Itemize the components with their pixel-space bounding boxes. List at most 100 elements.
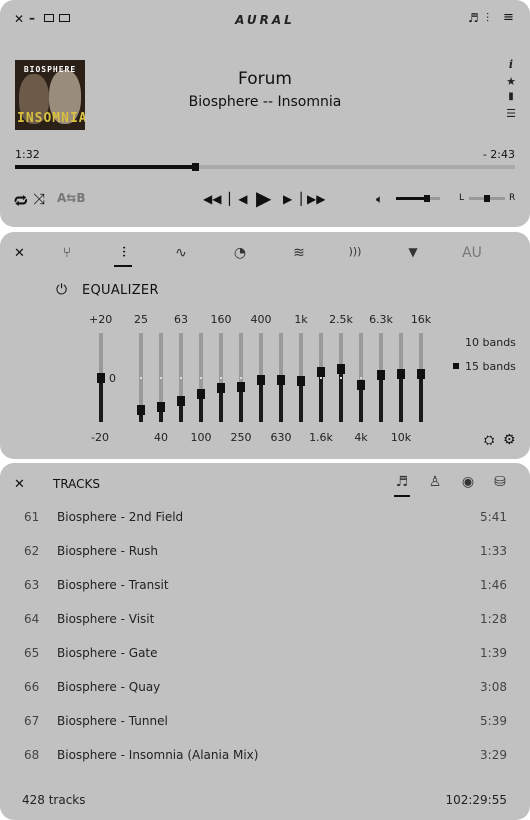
- eq-band-slider[interactable]: [257, 333, 265, 422]
- track-row[interactable]: 66 Biosphere - Quay 3:08: [0, 672, 530, 706]
- effects-close-icon[interactable]: ✕: [14, 246, 25, 261]
- eq-band-slider-knob[interactable]: [357, 379, 365, 390]
- artists-view-icon[interactable]: ♙: [426, 474, 444, 490]
- preamp-slider-knob[interactable]: [97, 372, 105, 383]
- active-view-indicator: [394, 495, 410, 497]
- track-row[interactable]: 61 Biosphere - 2nd Field 5:41: [0, 502, 530, 536]
- preamp-slider[interactable]: [97, 333, 105, 422]
- eq-band-slider-knob[interactable]: [337, 363, 345, 374]
- eq-band-slider-knob[interactable]: [157, 401, 165, 412]
- eq-band-slider-knob[interactable]: [417, 368, 425, 379]
- freq-label-top: 6.3k: [369, 313, 393, 326]
- eq-band-slider[interactable]: [137, 333, 145, 422]
- eq-band-slider-knob[interactable]: [257, 375, 265, 386]
- track-row[interactable]: 68 Biosphere - Insomnia (Alania Mix) 3:29: [0, 740, 530, 774]
- power-icon[interactable]: ⏻: [56, 282, 67, 298]
- track-name: Biosphere - 2nd Field: [57, 510, 184, 524]
- settings-icon[interactable]: ⚙: [503, 432, 516, 448]
- ten-bands-option[interactable]: 10 bands: [465, 336, 516, 349]
- eq-band-slider[interactable]: [397, 333, 405, 422]
- tracks-close-icon[interactable]: ✕: [14, 477, 25, 492]
- presets-icon[interactable]: ⛭: [484, 433, 494, 448]
- track-row[interactable]: 65 Biosphere - Gate 1:39: [0, 638, 530, 672]
- info-icon[interactable]: i: [505, 58, 517, 71]
- track-number: 67: [24, 714, 40, 728]
- volume-slider[interactable]: [396, 195, 440, 202]
- eq-band-slider-knob[interactable]: [217, 383, 225, 394]
- list-icon[interactable]: ☰: [505, 107, 517, 120]
- track-row[interactable]: 64 Biosphere - Visit 1:28: [0, 604, 530, 638]
- eq-band-slider[interactable]: [177, 333, 185, 422]
- seek-forward-icon[interactable]: ▶▶: [307, 192, 325, 206]
- eq-band-slider[interactable]: [297, 333, 305, 422]
- shuffle-icon[interactable]: ⤨: [33, 190, 45, 208]
- db-mid-label: 0: [109, 372, 116, 385]
- next-track-icon[interactable]: ▶▕: [283, 192, 301, 206]
- eq-band-slider-knob[interactable]: [317, 367, 325, 378]
- track-row[interactable]: 67 Biosphere - Tunnel 5:39: [0, 706, 530, 740]
- eq-band-slider[interactable]: [157, 333, 165, 422]
- star-icon[interactable]: ★: [505, 75, 517, 88]
- seek-bar-knob[interactable]: [192, 163, 199, 171]
- equalizer-icon[interactable]: ⫶: [486, 11, 489, 26]
- gauge-icon[interactable]: ◔: [228, 245, 252, 261]
- eq-band-slider-fill: [279, 380, 283, 422]
- track-row[interactable]: 62 Biosphere - Rush 1:33: [0, 536, 530, 570]
- effects-panel: ✕ ⑂ ⫶ ∿ ◔ ≋ ))) ▼ AU ⏻ EQUALIZER +20 0 -20…: [0, 232, 530, 459]
- eq-band-slider[interactable]: [217, 333, 225, 422]
- ab-loop-button[interactable]: A⇆B: [57, 191, 86, 205]
- eq-band-slider[interactable]: [357, 333, 365, 422]
- genres-view-icon[interactable]: ⛁: [491, 474, 509, 490]
- eq-band-slider-knob[interactable]: [177, 395, 185, 406]
- track-number: 63: [24, 578, 40, 592]
- eq-band-slider[interactable]: [277, 333, 285, 422]
- eq-band-slider-center-tick: [200, 376, 202, 379]
- track-row[interactable]: 63 Biosphere - Transit 1:46: [0, 570, 530, 604]
- eq-band-slider-knob[interactable]: [377, 369, 385, 380]
- eq-band-slider[interactable]: [377, 333, 385, 422]
- au-plugin-icon[interactable]: AU: [460, 245, 484, 261]
- balance-left-label: L: [459, 193, 465, 203]
- track-number: 61: [24, 510, 40, 524]
- eq-band-slider-knob[interactable]: [137, 405, 145, 416]
- elapsed-time[interactable]: 1:32: [15, 148, 40, 161]
- volume-slider-knob[interactable]: [423, 195, 430, 202]
- eq-band-slider[interactable]: [317, 333, 325, 422]
- equalizer-sliders-icon[interactable]: ⫶: [112, 245, 136, 261]
- balance-slider-knob[interactable]: [484, 195, 490, 202]
- delay-icon[interactable]: ))): [343, 245, 367, 258]
- tracks-view-icon[interactable]: ♬: [393, 474, 411, 490]
- filter-icon[interactable]: ▼: [401, 245, 425, 259]
- freq-label-top: 2.5k: [329, 313, 353, 326]
- eq-band-slider-fill: [359, 384, 363, 422]
- eq-band-slider-knob[interactable]: [397, 368, 405, 379]
- eq-band-slider-fill: [239, 387, 243, 422]
- bookmark-icon[interactable]: ▮: [505, 91, 517, 102]
- seek-backward-icon[interactable]: ◀◀: [203, 192, 221, 206]
- albums-view-icon[interactable]: ◉: [459, 474, 477, 490]
- balance-slider[interactable]: [469, 195, 505, 202]
- waveform-icon[interactable]: ∿: [169, 245, 193, 261]
- playlist-icon[interactable]: ♬: [468, 11, 479, 25]
- repeat-icon[interactable]: 🔁︎: [14, 190, 28, 211]
- menu-icon[interactable]: ≡: [503, 10, 514, 25]
- previous-track-icon[interactable]: ▏◀: [229, 192, 247, 206]
- fifteen-bands-option[interactable]: 15 bands: [465, 360, 516, 373]
- eq-band-slider[interactable]: [337, 333, 345, 422]
- play-icon[interactable]: ▶: [256, 186, 271, 210]
- remaining-time[interactable]: - 2:43: [483, 148, 515, 161]
- eq-band-slider-knob[interactable]: [277, 375, 285, 386]
- eq-band-slider[interactable]: [417, 333, 425, 422]
- eq-band-slider-knob[interactable]: [237, 382, 245, 393]
- seek-bar[interactable]: [15, 163, 515, 171]
- track-duration: 3:08: [480, 680, 507, 694]
- track-duration: 1:33: [480, 544, 507, 558]
- volume-icon[interactable]: 🔈︎: [376, 192, 383, 207]
- reverb-icon[interactable]: ≋: [287, 245, 311, 261]
- eq-band-slider[interactable]: [237, 333, 245, 422]
- eq-band-slider-knob[interactable]: [197, 388, 205, 399]
- eq-band-slider[interactable]: [197, 333, 205, 422]
- branch-icon[interactable]: ⑂: [55, 245, 79, 261]
- freq-label-bottom: 4k: [354, 431, 368, 444]
- eq-band-slider-knob[interactable]: [297, 376, 305, 387]
